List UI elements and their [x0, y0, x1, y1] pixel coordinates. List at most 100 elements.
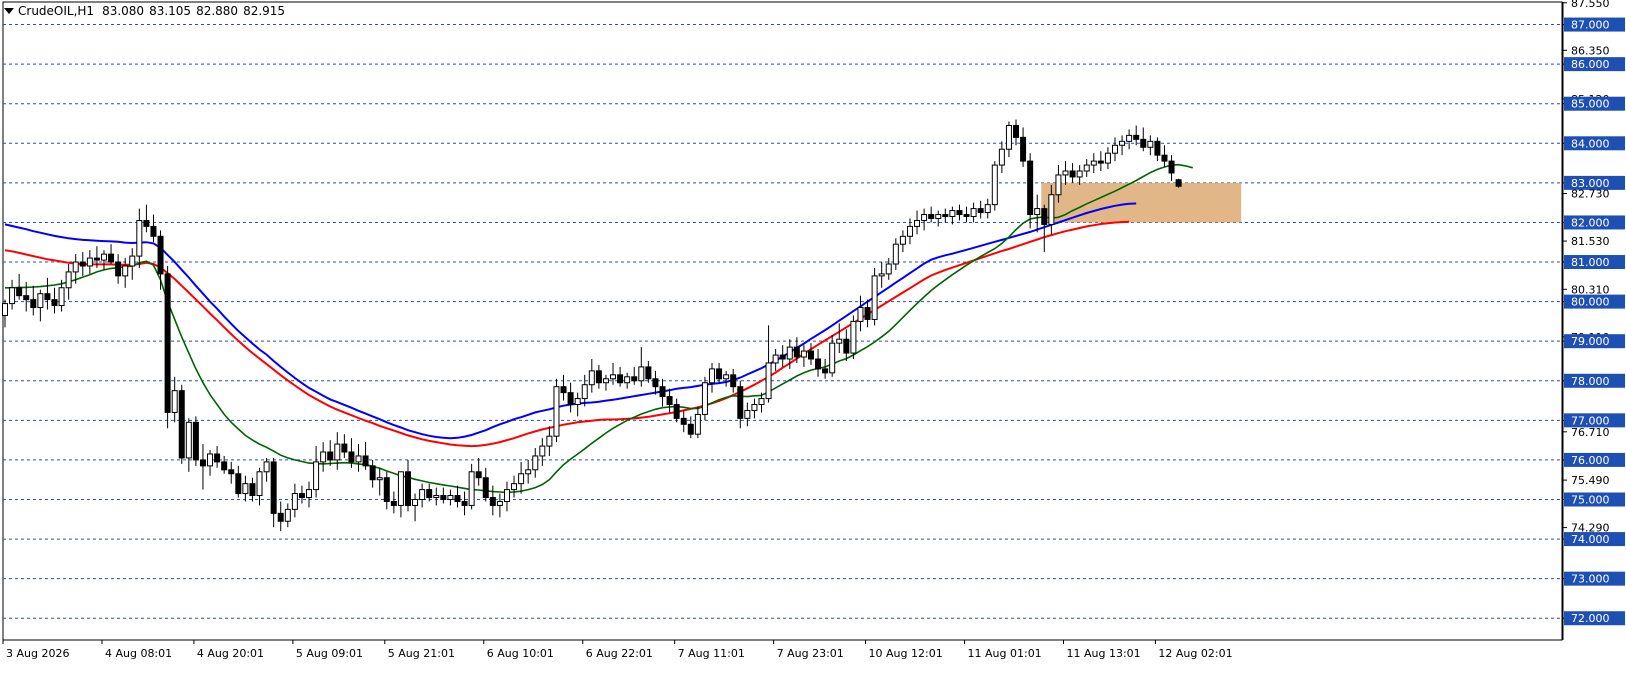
- candle-body-bear: [1140, 138, 1147, 148]
- candle-body-bull: [58, 287, 65, 307]
- candle-body-bull: [86, 257, 93, 267]
- price-tick-label: 75.000: [1571, 493, 1610, 506]
- candle-body-bear: [228, 469, 235, 475]
- chart-container[interactable]: CrudeOIL,H1 83.080 83.105 82.880 82.915 …: [0, 0, 1626, 686]
- candle-body-bear: [1161, 154, 1168, 162]
- candle-body-bear: [277, 512, 284, 522]
- candle-body-bear: [16, 287, 23, 297]
- candle-body-bear: [79, 261, 86, 267]
- candle-body-bear: [475, 471, 482, 479]
- candle-body-bear: [30, 299, 37, 309]
- candle-body-bear: [235, 473, 242, 495]
- time-tick-label: 7 Aug 11:01: [678, 647, 745, 660]
- price-tick-label: 78.000: [1571, 375, 1610, 388]
- candle-body-bear: [942, 214, 949, 218]
- candle-body-bear: [369, 465, 376, 481]
- candle-body-bear: [567, 392, 574, 406]
- candle-body-bull: [256, 471, 263, 497]
- candle-body-bear: [977, 208, 984, 214]
- candle-body-bear: [383, 477, 390, 502]
- candle-body-bull: [878, 273, 885, 277]
- price-tick-label: 79.000: [1571, 335, 1610, 348]
- ohlc-low: 82.880: [196, 4, 239, 18]
- price-tick-label: 73.000: [1571, 573, 1610, 586]
- candle-body-bull: [921, 214, 928, 221]
- time-tick-label: 6 Aug 10:01: [487, 647, 554, 660]
- candle-body-bear: [221, 461, 228, 471]
- symbol-timeframe: CrudeOIL,H1: [18, 4, 95, 18]
- candle-body-bear: [652, 378, 659, 388]
- candle-body-bear: [482, 477, 489, 499]
- time-tick-label: 12 Aug 02:01: [1158, 647, 1232, 660]
- candle-body-bear: [1168, 160, 1175, 174]
- candle-body-bull: [518, 473, 525, 485]
- candle-body-bear: [737, 386, 744, 419]
- candle-body-bull: [786, 346, 793, 360]
- candle-body-bear: [426, 489, 433, 499]
- candle-body-bear: [680, 417, 687, 425]
- candle-body-bull: [871, 275, 878, 320]
- candle-body-bull: [1104, 152, 1111, 164]
- candle-body-bear: [617, 374, 624, 384]
- candle-body-bear: [1020, 136, 1027, 162]
- candle-body-bull: [899, 235, 906, 245]
- candle-body-bear: [1027, 160, 1034, 216]
- candle-body-bull: [1090, 160, 1097, 166]
- price-tick-label: 87.550: [1571, 0, 1610, 10]
- time-tick-label: 6 Aug 22:01: [586, 647, 653, 660]
- candle-body-bear: [348, 451, 355, 463]
- price-tick-label: 81.530: [1571, 235, 1610, 248]
- candle-body-bull: [1048, 194, 1055, 225]
- candle-body-bear: [928, 214, 935, 219]
- candle-body-bull: [313, 461, 320, 491]
- ohlc-high: 83.105: [149, 4, 192, 18]
- price-tick-label: 76.710: [1571, 426, 1610, 439]
- candle-body-bull: [914, 219, 921, 227]
- candle-body-bear: [143, 219, 150, 227]
- time-tick-label: 3 Aug 2026: [6, 647, 69, 660]
- candle-body-bull: [610, 374, 617, 380]
- candle-body-bull: [419, 489, 426, 500]
- candle-body-bear: [454, 495, 461, 502]
- candle-body-bear: [560, 386, 567, 394]
- price-tick-label: 82.000: [1571, 216, 1610, 229]
- candle-body-bull: [638, 366, 645, 382]
- candle-body-bull: [1111, 144, 1118, 154]
- candle-body-bear: [716, 368, 723, 380]
- price-tick-label: 87.000: [1571, 19, 1610, 32]
- price-tick-label: 86.000: [1571, 58, 1610, 71]
- candle-body-bull: [970, 208, 977, 218]
- candle-body-bull: [2, 303, 8, 316]
- candle-body-bear: [390, 500, 397, 506]
- candle-body-bull: [242, 483, 249, 495]
- candle-body-bull: [37, 293, 44, 309]
- candle-body-bull: [1062, 170, 1069, 176]
- price-tick-label: 81.000: [1571, 256, 1610, 269]
- price-chart[interactable]: 87.55087.00086.35086.00085.12085.00084.0…: [0, 0, 1626, 686]
- candle-body-bull: [723, 374, 730, 380]
- time-tick-label: 7 Aug 23:01: [777, 647, 844, 660]
- candle-body-bear: [659, 386, 666, 398]
- candle-body-bear: [815, 358, 822, 370]
- candle-body-bear: [249, 483, 256, 497]
- candle-body-bear: [214, 453, 221, 463]
- candle-body-bear: [298, 493, 305, 499]
- price-tick-label: 80.310: [1571, 283, 1610, 296]
- candle-body-bull: [1076, 170, 1083, 178]
- candle-body-bull: [546, 435, 553, 447]
- dropdown-triangle-icon[interactable]: [4, 8, 14, 14]
- candle-body-bear: [44, 293, 51, 301]
- candle-body-bull: [751, 404, 758, 411]
- candle-body-bear: [730, 374, 737, 388]
- candle-body-bear: [327, 451, 334, 461]
- candle-body-bull: [511, 483, 518, 491]
- candle-body-bull: [129, 255, 136, 267]
- candle-body-bear: [1133, 134, 1140, 140]
- candle-body-bull: [892, 243, 899, 265]
- candle-body-bull: [581, 384, 588, 400]
- time-tick-label: 10 Aug 12:01: [869, 647, 943, 660]
- candle-body-bear: [631, 376, 638, 382]
- time-tick-label: 11 Aug 01:01: [968, 647, 1042, 660]
- plot-frame: [2, 1, 1563, 641]
- candle-body-bull: [574, 398, 581, 406]
